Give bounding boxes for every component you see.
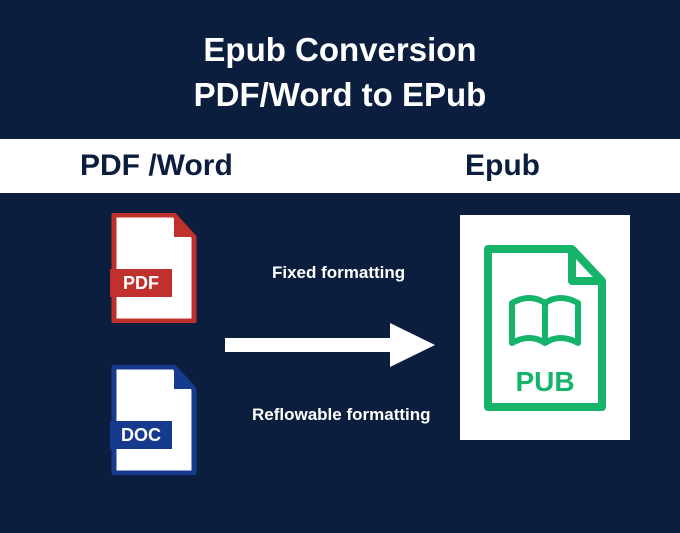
diagram-content: PDF DOC Fixed formatting Reflowable form… [0,193,680,533]
column-header-band: PDF /Word Epub [0,139,680,193]
doc-file-icon: DOC [110,365,198,475]
arrow-icon [225,323,435,367]
label-reflowable-formatting: Reflowable formatting [252,405,431,425]
epub-file-icon: PUB [460,215,630,440]
header: Epub Conversion PDF/Word to EPub [0,0,680,139]
title-line1: Epub Conversion [0,28,680,73]
title-line2: PDF/Word to EPub [0,73,680,118]
epub-label-text: PUB [515,366,574,397]
pdf-label-text: PDF [123,273,159,293]
pdf-file-icon: PDF [110,213,198,323]
label-fixed-formatting: Fixed formatting [272,263,405,283]
band-label-right: Epub [465,149,540,183]
doc-label-text: DOC [121,425,161,445]
band-label-left: PDF /Word [80,149,340,183]
